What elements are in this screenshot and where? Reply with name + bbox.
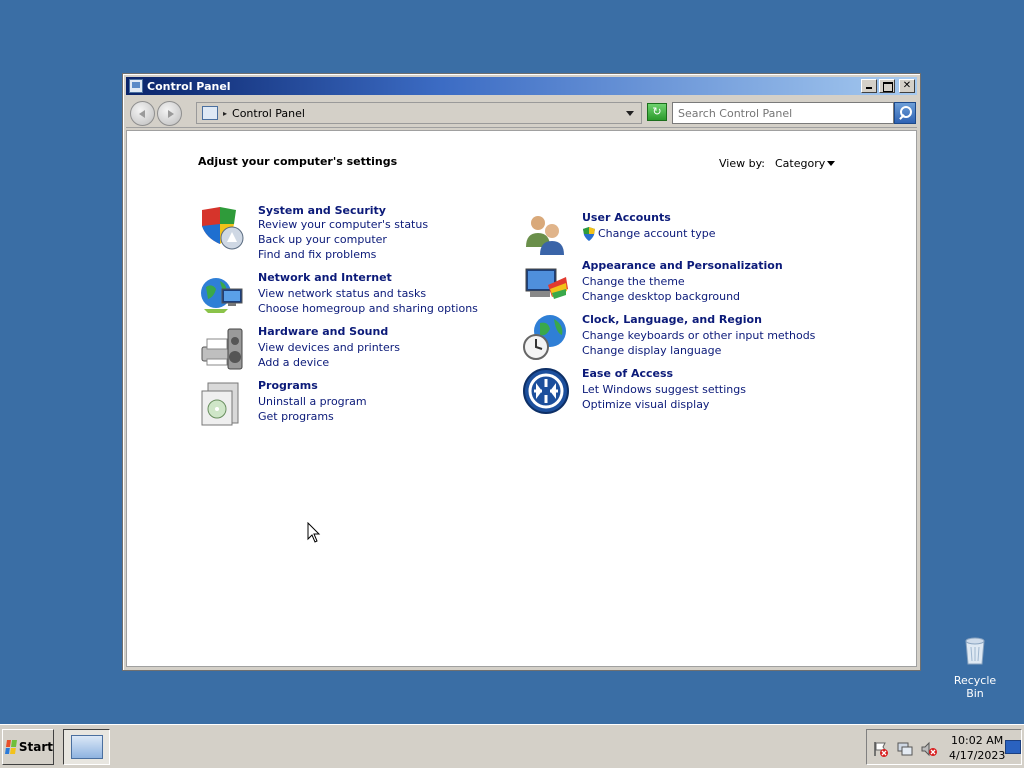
link-change-desktop-bg[interactable]: Change desktop background xyxy=(582,290,740,303)
system-tray: 10:02 AM 4/17/2023 xyxy=(866,729,1022,765)
category-title[interactable]: Ease of Access xyxy=(582,367,673,380)
start-button[interactable]: Start xyxy=(2,729,54,765)
link-uninstall-program[interactable]: Uninstall a program xyxy=(258,395,367,408)
page-title: Adjust your computer's settings xyxy=(198,155,398,168)
link-change-account-type[interactable]: Change account type xyxy=(598,227,716,240)
globe-clock-icon[interactable] xyxy=(522,313,570,361)
network-icon[interactable] xyxy=(897,741,913,757)
minimize-button[interactable] xyxy=(861,79,877,93)
link-devices-printers[interactable]: View devices and printers xyxy=(258,341,400,354)
main-content: Adjust your computer's settings View by:… xyxy=(126,130,917,667)
window-title: Control Panel xyxy=(147,79,231,93)
back-button[interactable] xyxy=(130,101,155,126)
category-title[interactable]: System and Security xyxy=(258,204,386,217)
category-title[interactable]: Programs xyxy=(258,379,318,392)
users-icon[interactable] xyxy=(522,211,570,259)
breadcrumb-arrow-icon[interactable]: ▸ xyxy=(223,109,227,118)
address-dropdown-icon[interactable] xyxy=(626,111,634,116)
recycle-bin[interactable]: Recycle Bin xyxy=(944,635,1006,700)
view-by-select[interactable]: Category xyxy=(775,157,825,170)
window-controls: ✕ xyxy=(861,79,915,93)
show-desktop-button[interactable] xyxy=(1005,740,1021,754)
search-icon[interactable] xyxy=(894,102,916,124)
link-optimize-visual-display[interactable]: Optimize visual display xyxy=(582,398,709,411)
link-change-theme[interactable]: Change the theme xyxy=(582,275,685,288)
volume-muted-icon[interactable] xyxy=(921,741,937,757)
programs-box-icon[interactable] xyxy=(198,379,246,427)
link-get-programs[interactable]: Get programs xyxy=(258,410,334,423)
monitor-palette-icon[interactable] xyxy=(522,259,570,307)
ease-of-access-icon[interactable] xyxy=(522,367,570,415)
clock-date[interactable]: 4/17/2023 xyxy=(949,749,1005,762)
category-title[interactable]: User Accounts xyxy=(582,211,671,224)
navigation-bar: ▸ Control Panel ↻ xyxy=(126,98,917,128)
category-title[interactable]: Network and Internet xyxy=(258,271,392,284)
shield-icon[interactable] xyxy=(198,204,246,252)
breadcrumb-control-panel[interactable]: Control Panel xyxy=(232,107,305,120)
control-panel-window: Control Panel ✕ ▸ Control Panel ↻ Adjust… xyxy=(122,73,921,671)
taskbar-control-panel[interactable] xyxy=(63,729,110,765)
network-globe-icon[interactable] xyxy=(198,271,246,319)
mouse-cursor-icon xyxy=(307,522,321,543)
link-network-status[interactable]: View network status and tasks xyxy=(258,287,426,300)
link-find-fix-problems[interactable]: Find and fix problems xyxy=(258,248,376,261)
title-bar[interactable]: Control Panel ✕ xyxy=(126,77,917,95)
control-panel-icon xyxy=(129,79,143,93)
link-backup[interactable]: Back up your computer xyxy=(258,233,387,246)
start-label: Start xyxy=(18,740,53,754)
recycle-bin-label: Recycle Bin xyxy=(953,674,997,700)
forward-button[interactable] xyxy=(157,101,182,126)
search-input[interactable] xyxy=(672,102,894,124)
link-homegroup-sharing[interactable]: Choose homegroup and sharing options xyxy=(258,302,478,315)
address-bar[interactable]: ▸ Control Panel xyxy=(196,102,642,124)
chevron-down-icon[interactable] xyxy=(827,161,835,166)
refresh-button[interactable]: ↻ xyxy=(647,103,667,121)
recycle-bin-icon xyxy=(965,637,985,665)
link-add-device[interactable]: Add a device xyxy=(258,356,329,369)
uac-shield-icon xyxy=(582,227,596,241)
category-title[interactable]: Clock, Language, and Region xyxy=(582,313,762,326)
link-change-display-language[interactable]: Change display language xyxy=(582,344,721,357)
link-review-status[interactable]: Review your computer's status xyxy=(258,218,428,231)
maximize-button[interactable] xyxy=(879,79,895,93)
link-change-keyboards[interactable]: Change keyboards or other input methods xyxy=(582,329,815,342)
category-title[interactable]: Appearance and Personalization xyxy=(582,259,783,272)
action-center-flag-icon[interactable] xyxy=(873,741,889,757)
control-panel-icon xyxy=(71,735,103,759)
windows-logo-icon xyxy=(5,740,17,754)
printer-speaker-icon[interactable] xyxy=(198,325,246,373)
clock-time[interactable]: 10:02 AM xyxy=(951,734,1003,747)
close-button[interactable]: ✕ xyxy=(899,79,915,93)
category-title[interactable]: Hardware and Sound xyxy=(258,325,388,338)
control-panel-icon xyxy=(202,106,218,120)
link-windows-suggest-settings[interactable]: Let Windows suggest settings xyxy=(582,383,746,396)
view-by-label: View by: xyxy=(719,157,765,170)
taskbar: Start 10:02 AM 4/17/2023 xyxy=(0,724,1024,768)
